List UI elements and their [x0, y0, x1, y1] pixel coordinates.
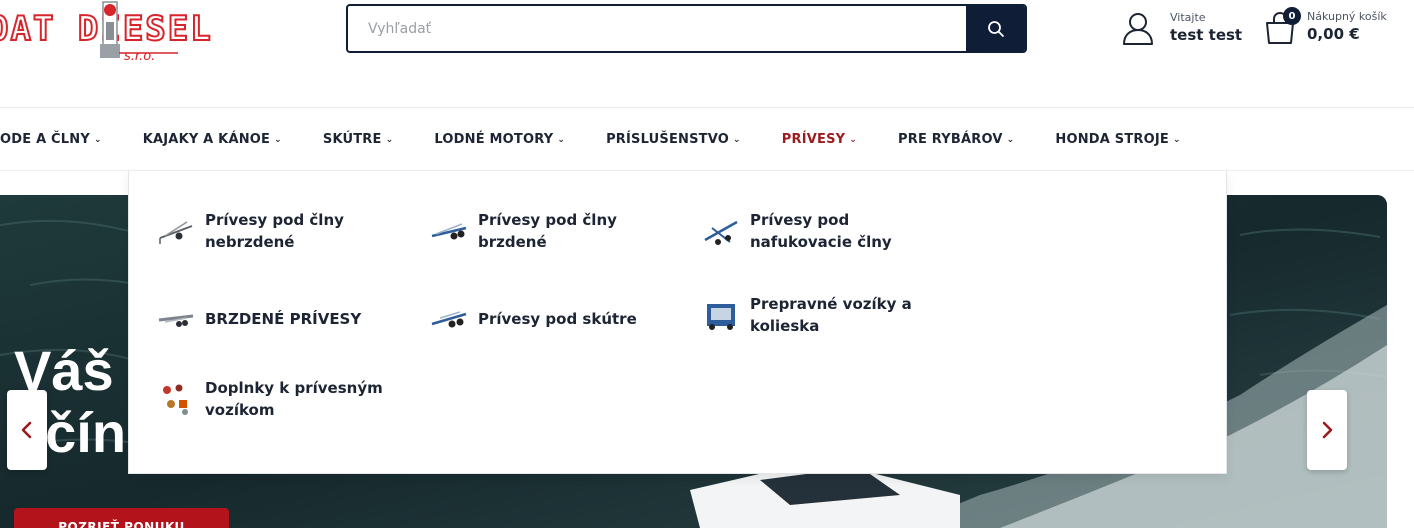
search-button[interactable] — [966, 6, 1025, 51]
chevron-left-icon — [21, 421, 32, 439]
cart-label: Nákupný košík — [1307, 10, 1387, 23]
mega-item-prepravne-voziky[interactable]: Prepravné vozíky a kolieska — [702, 293, 952, 337]
trailer-unbraked-icon — [157, 214, 195, 248]
account-greeting: Vitajte — [1170, 11, 1206, 24]
nav-item-label: PRÍVESY — [781, 131, 846, 147]
account-name: test test — [1170, 26, 1243, 44]
account-text: Vitajte test test — [1170, 11, 1242, 45]
nav-item-label: LODNÉ MOTORY — [434, 131, 554, 147]
boat-diesel-logo-icon: OAT DIESEL s.r.o. — [0, 1, 212, 64]
mega-item-privesy-skutre[interactable]: Prívesy pod skútre — [430, 302, 680, 336]
nav-item-label: HONDA STROJE — [1055, 131, 1169, 147]
nav-item-label: SKÚTRE — [322, 131, 382, 147]
transport-cart-icon — [702, 298, 740, 332]
chevron-down-icon: ⌄ — [93, 135, 102, 145]
mega-item-label: Prívesy pod nafukovacie člny — [750, 211, 892, 251]
chevron-down-icon: ⌄ — [385, 135, 394, 145]
nav-item-privesy[interactable]: PRÍVESY ⌄ — [782, 132, 857, 147]
nav-item-honda-stroje[interactable]: HONDA STROJE ⌄ — [1055, 132, 1180, 147]
nav-item-pre-rybarov[interactable]: PRE RYBÁROV ⌄ — [898, 132, 1014, 147]
account-link[interactable]: Vitajte test test — [1120, 10, 1242, 46]
mega-item-label: Prívesy pod člny nebrzdené — [205, 211, 344, 251]
trailer-accessories-icon — [157, 382, 195, 416]
cart-count-badge: 0 — [1283, 7, 1301, 25]
cart-text: Nákupný košík 0,00 € — [1307, 10, 1387, 44]
trailer-flat-icon — [157, 302, 195, 336]
chevron-down-icon: ⌄ — [557, 135, 566, 145]
user-icon — [1123, 13, 1153, 45]
nav-item-kajaky-a-kanoe[interactable]: KAJAKY A KÁNOE ⌄ — [143, 132, 282, 147]
chevron-down-icon: ⌄ — [733, 135, 741, 145]
mega-item-doplnky[interactable]: Doplnky k prívesným vozíkom — [157, 377, 407, 421]
search-icon — [987, 20, 1004, 37]
trailer-jetski-icon — [430, 302, 468, 336]
chevron-down-icon: ⌄ — [1006, 135, 1015, 145]
cart-icon-wrap: 0 — [1263, 7, 1301, 46]
nav-item-label: LODE A ČLNY — [0, 131, 90, 147]
svg-text:s.r.o.: s.r.o. — [124, 49, 155, 64]
mega-item-label: Prívesy pod člny brzdené — [478, 211, 617, 251]
search-bar — [346, 4, 1027, 53]
chevron-down-icon: ⌄ — [849, 135, 858, 145]
trailer-inflatable-icon — [702, 214, 740, 248]
chevron-right-icon — [1322, 421, 1333, 439]
trailer-braked-icon — [430, 214, 468, 248]
nav-item-label: PRE RYBÁROV — [898, 131, 1003, 147]
nav-item-lode-a-clny[interactable]: LODE A ČLNY ⌄ — [0, 132, 102, 147]
cart-link[interactable]: 0 Nákupný košík 0,00 € — [1263, 7, 1387, 46]
hero-cta-button[interactable]: POZRIEŤ PONUKU — [14, 508, 229, 528]
search-input[interactable] — [348, 6, 966, 51]
mega-item-brzdene-privesy[interactable]: BRZDENÉ PRÍVESY — [157, 302, 407, 336]
nav-item-lodne-motory[interactable]: LODNÉ MOTORY ⌄ — [434, 132, 565, 147]
mega-item-privesy-brzdene[interactable]: Prívesy pod člny brzdené — [430, 209, 680, 253]
site-logo[interactable]: OAT DIESEL s.r.o. — [0, 0, 215, 70]
nav-item-prislusenstvo[interactable]: PRÍSLUŠENSTVO ⌄ — [606, 132, 741, 147]
nav-item-label: KAJAKY A KÁNOE — [142, 131, 271, 147]
nav-item-skutre[interactable]: SKÚTRE ⌄ — [323, 132, 393, 147]
chevron-down-icon: ⌄ — [1173, 135, 1181, 145]
mega-item-label: Prepravné vozíky a kolieska — [750, 295, 912, 335]
mega-item-label: BRZDENÉ PRÍVESY — [205, 310, 362, 328]
privesy-mega-menu: Prívesy pod člny nebrzdené Prívesy pod č… — [128, 171, 1227, 474]
chevron-down-icon: ⌄ — [274, 135, 282, 145]
main-nav: LODE A ČLNY ⌄ KAJAKY A KÁNOE ⌄ SKÚTRE ⌄ … — [0, 108, 1222, 170]
cart-total: 0,00 € — [1307, 25, 1360, 43]
nav-item-label: PRÍSLUŠENSTVO — [606, 131, 730, 147]
slider-next-button[interactable] — [1307, 390, 1347, 470]
mega-item-label: Doplnky k prívesným vozíkom — [205, 379, 383, 419]
mega-item-privesy-nebrzdene[interactable]: Prívesy pod člny nebrzdené — [157, 209, 407, 253]
mega-item-privesy-nafukovacie[interactable]: Prívesy pod nafukovacie člny — [702, 209, 952, 253]
mega-item-label: Prívesy pod skútre — [478, 310, 637, 328]
slider-prev-button[interactable] — [7, 390, 47, 470]
